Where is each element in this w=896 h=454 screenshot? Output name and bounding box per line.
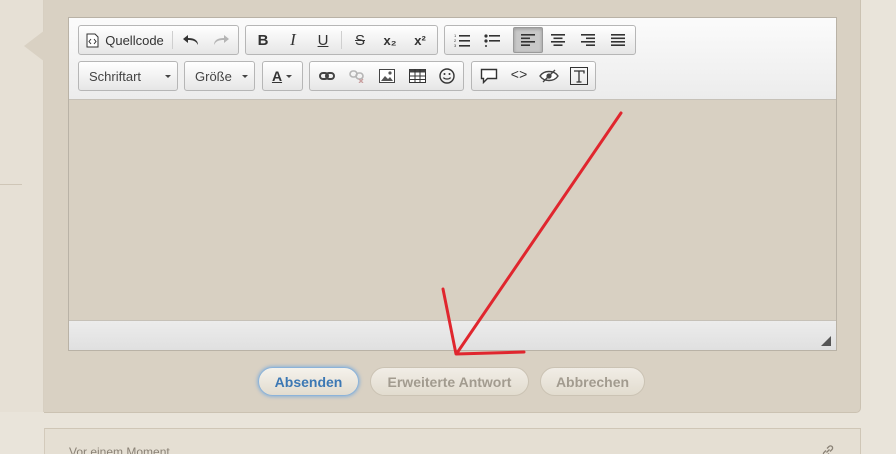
unlink-icon	[349, 69, 365, 83]
rich-text-editor: Quellcode B I U S x₂ x² 1 2 3 Schriftart…	[68, 17, 837, 351]
remove-format-button[interactable]	[564, 63, 594, 89]
unlink-button[interactable]	[342, 63, 372, 89]
bullet-list-button[interactable]	[477, 27, 507, 53]
source-icon	[86, 33, 99, 48]
table-button[interactable]	[402, 63, 432, 89]
font-color-icon: A	[271, 68, 283, 84]
align-left-icon	[521, 34, 535, 46]
editor-content-area[interactable]	[69, 100, 836, 320]
numbered-list-button[interactable]: 123	[447, 27, 477, 53]
align-center-button[interactable]	[543, 27, 573, 53]
toolbar-group-paragraph: 123	[444, 25, 636, 55]
left-column-divider	[0, 184, 22, 185]
toolbar-group-document: Quellcode	[78, 25, 239, 55]
font-size-select[interactable]: Größe	[184, 61, 255, 91]
editor-statusbar	[69, 320, 836, 350]
quote-icon	[480, 68, 498, 84]
italic-button[interactable]: I	[278, 27, 308, 53]
preview-button[interactable]	[534, 63, 564, 89]
chevron-down-icon	[165, 74, 171, 78]
table-icon	[408, 69, 426, 83]
separator	[172, 31, 173, 49]
justify-icon	[611, 34, 625, 46]
undo-icon	[182, 34, 200, 46]
bold-icon: B	[257, 31, 269, 49]
font-family-label: Schriftart	[89, 68, 142, 84]
redo-button[interactable]	[206, 27, 236, 53]
strikethrough-icon: S	[354, 31, 365, 49]
toolbar-group-insert	[309, 61, 464, 91]
align-right-icon	[581, 34, 595, 46]
quote-button[interactable]	[474, 63, 504, 89]
code-icon: <>	[510, 68, 528, 84]
resize-grip-icon[interactable]	[821, 336, 831, 346]
remove-format-icon	[570, 67, 588, 85]
redo-icon	[212, 34, 230, 46]
superscript-button[interactable]: x²	[405, 27, 435, 53]
undo-button[interactable]	[176, 27, 206, 53]
svg-text:3: 3	[454, 43, 457, 47]
toolbar-group-tools: <>	[471, 61, 596, 91]
submit-label: Absenden	[274, 373, 343, 390]
bullet-list-icon	[484, 33, 500, 47]
submit-button[interactable]: Absenden	[258, 367, 359, 396]
align-right-button[interactable]	[573, 27, 603, 53]
next-post: Vor einem Moment	[44, 428, 861, 454]
cancel-label: Abbrechen	[555, 373, 630, 390]
permalink-icon[interactable]	[822, 445, 834, 454]
font-size-label: Größe	[195, 68, 232, 84]
toolbar-group-colors: A	[262, 61, 303, 91]
chevron-down-icon	[286, 74, 293, 78]
underline-button[interactable]: U	[308, 27, 338, 53]
bold-button[interactable]: B	[248, 27, 278, 53]
preview-icon	[539, 69, 559, 83]
image-button[interactable]	[372, 63, 402, 89]
font-family-select[interactable]: Schriftart	[78, 61, 178, 91]
subscript-button[interactable]: x₂	[375, 27, 405, 53]
speech-notch	[24, 30, 45, 62]
numbered-list-icon: 123	[454, 33, 470, 47]
font-color-button[interactable]: A	[265, 63, 299, 89]
italic-icon: I	[290, 30, 296, 49]
editor-toolbar: Quellcode B I U S x₂ x² 1 2 3 Schriftart…	[69, 18, 836, 100]
link-button[interactable]	[312, 63, 342, 89]
toolbar-group-basicstyles: B I U S x₂ x²	[245, 25, 438, 55]
align-left-button[interactable]	[513, 27, 543, 53]
chevron-down-icon	[242, 74, 248, 78]
code-button[interactable]: <>	[504, 63, 534, 89]
align-center-icon	[551, 34, 565, 46]
underline-icon: U	[317, 31, 329, 49]
subscript-icon: x₂	[383, 32, 397, 48]
cancel-button[interactable]: Abbrechen	[540, 367, 645, 396]
strikethrough-button[interactable]: S	[345, 27, 375, 53]
source-label: Quellcode	[105, 32, 164, 48]
justify-button[interactable]	[603, 27, 633, 53]
superscript-icon: x²	[414, 32, 426, 48]
image-icon	[379, 69, 395, 83]
separator	[341, 31, 342, 49]
link-icon	[319, 71, 335, 81]
smiley-icon	[439, 68, 455, 84]
source-button[interactable]: Quellcode	[81, 27, 169, 53]
post-timestamp[interactable]: Vor einem Moment	[69, 445, 170, 454]
smiley-button[interactable]	[432, 63, 462, 89]
advanced-reply-button[interactable]: Erweiterte Antwort	[370, 367, 529, 396]
advanced-reply-label: Erweiterte Antwort	[387, 373, 512, 390]
